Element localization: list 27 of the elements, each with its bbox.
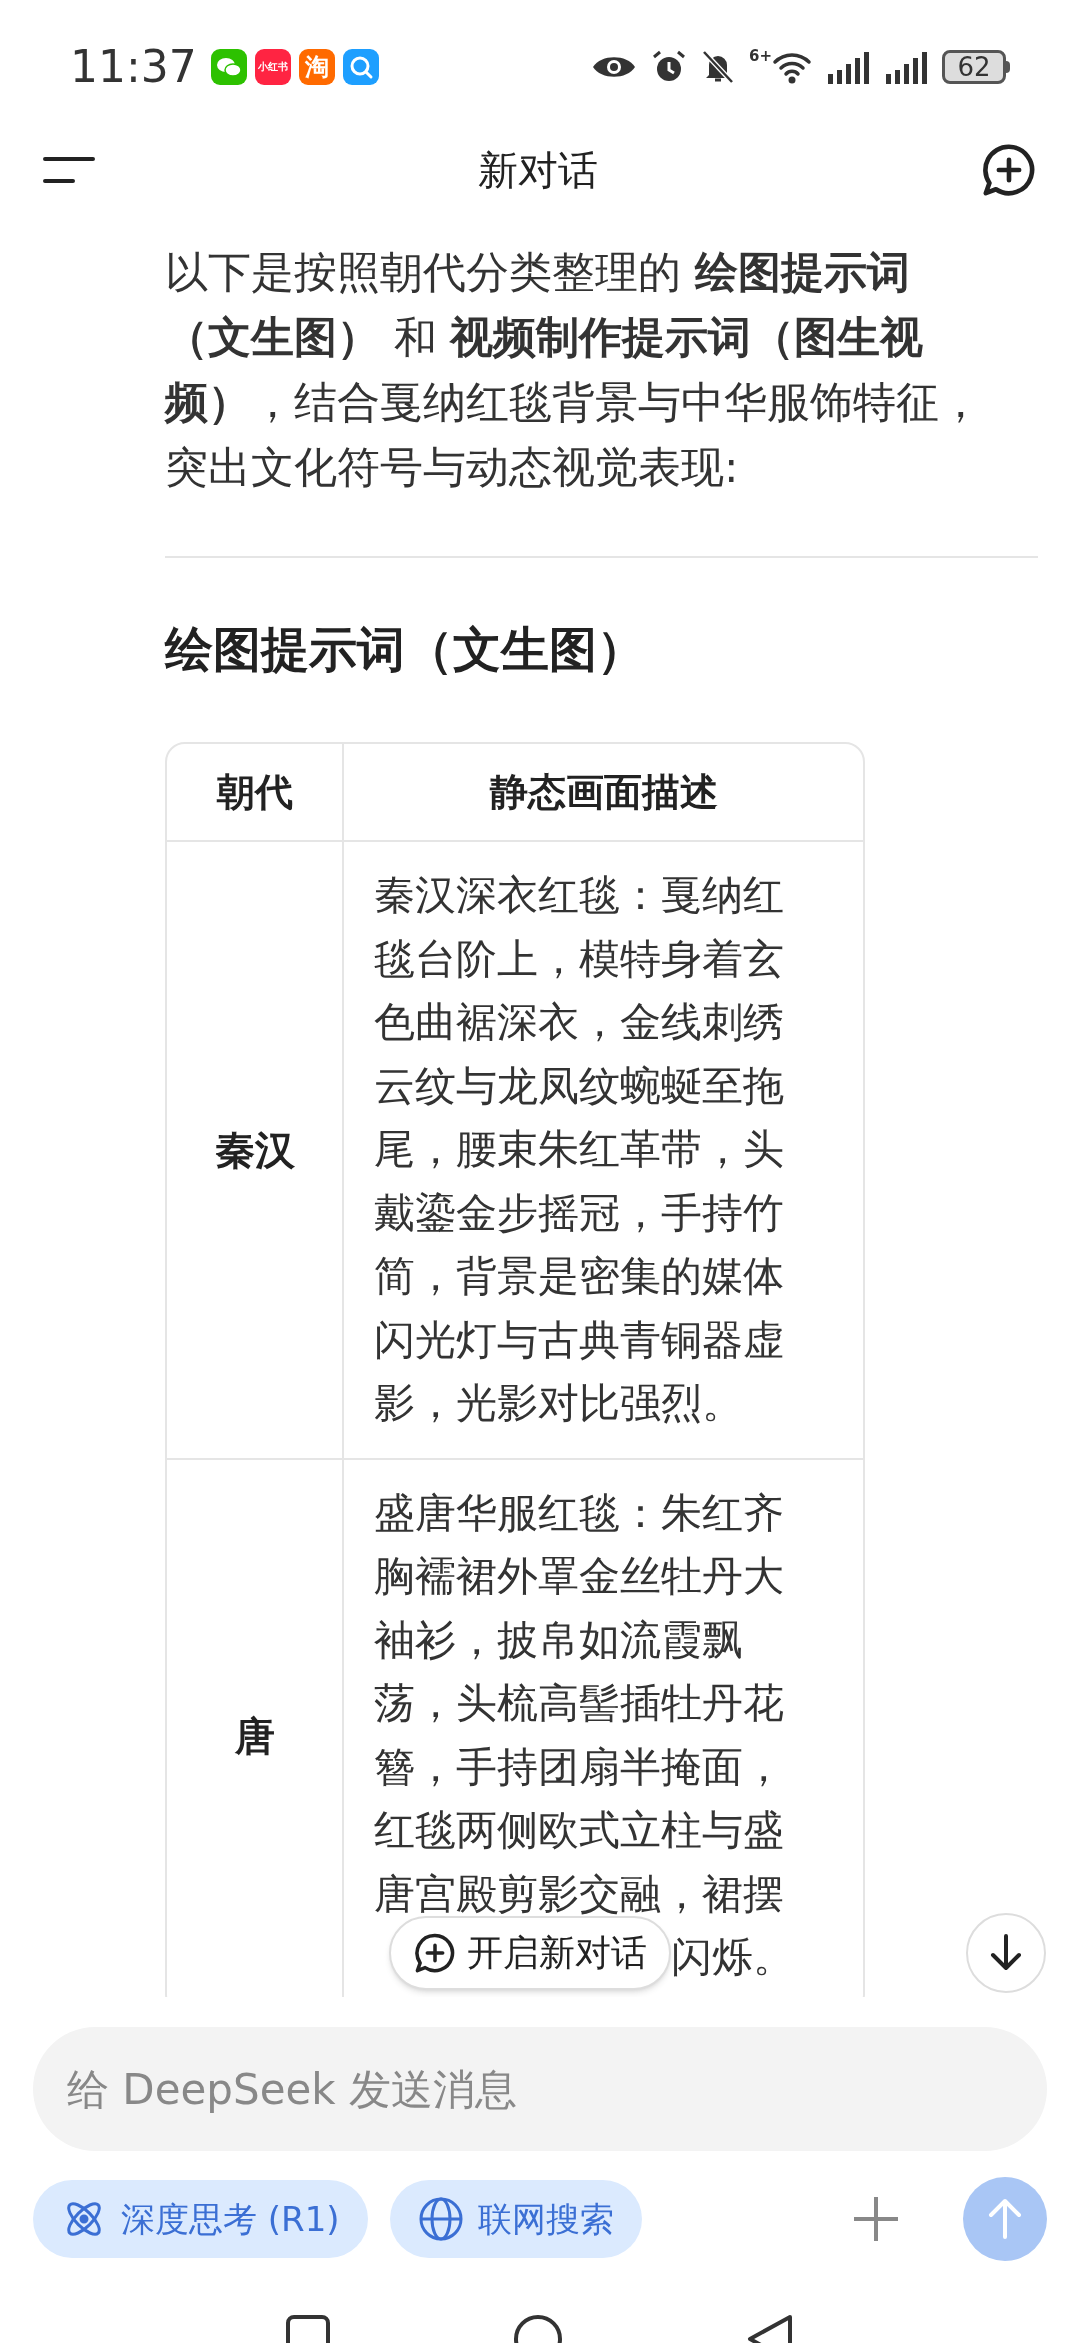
- signal-icon: [826, 50, 870, 84]
- status-time: 11:37: [70, 45, 197, 89]
- table-cell: 秦汉: [167, 842, 344, 1458]
- new-chat-button[interactable]: 开启新对话: [389, 1916, 671, 1990]
- app-icon: 小红书: [254, 49, 291, 85]
- arrow-down-icon: [988, 1933, 1024, 1973]
- table-cell: 唐: [167, 1459, 344, 1997]
- arrow-up-icon: [987, 2197, 1023, 2241]
- globe-icon: [417, 2196, 464, 2242]
- table-cell-text: 闪烁。: [671, 1932, 794, 1983]
- plus-icon[interactable]: [851, 2194, 901, 2244]
- muted-bell-icon: [701, 49, 735, 85]
- signal-icon: [884, 50, 928, 84]
- new-chat-icon: [413, 1931, 457, 1975]
- column-header: 静态画面描述: [488, 768, 719, 816]
- web-search-toggle[interactable]: 联网搜索: [389, 2180, 642, 2258]
- table-cell-text: 秦汉深衣红毯：戛纳红毯台阶上，模特身着玄色曲裾深衣，金线刺绣云纹与龙凤纹蜿蜒至拖尾，腰束朱红革带，头戴鎏金步摇冠，手持竹简，背景是密集的媒体闪光灯与古典青铜器虚影，光影对比强烈。: [374, 870, 785, 1429]
- window-title: 新对话: [478, 146, 598, 195]
- battery-indicator: 62: [942, 50, 1010, 84]
- message-input[interactable]: 给 DeepSeek 发送消息: [33, 2027, 1047, 2151]
- menu-icon[interactable]: [42, 155, 96, 185]
- section-heading: 绘图提示词（文生图）: [165, 620, 646, 679]
- wifi-label: 6+: [749, 49, 772, 64]
- deep-think-toggle[interactable]: 深度思考 (R1): [33, 2180, 368, 2258]
- intro-paragraph: 以下是按照朝代分类整理的 绘图提示词（文生图） 和 视频制作提示词（图生视频），结合戛纳红毯背景与中华服饰特征，突出文化符号与动态视觉表现:: [165, 246, 983, 494]
- column-header: 朝代: [167, 744, 344, 840]
- app-icon: 淘: [298, 49, 335, 85]
